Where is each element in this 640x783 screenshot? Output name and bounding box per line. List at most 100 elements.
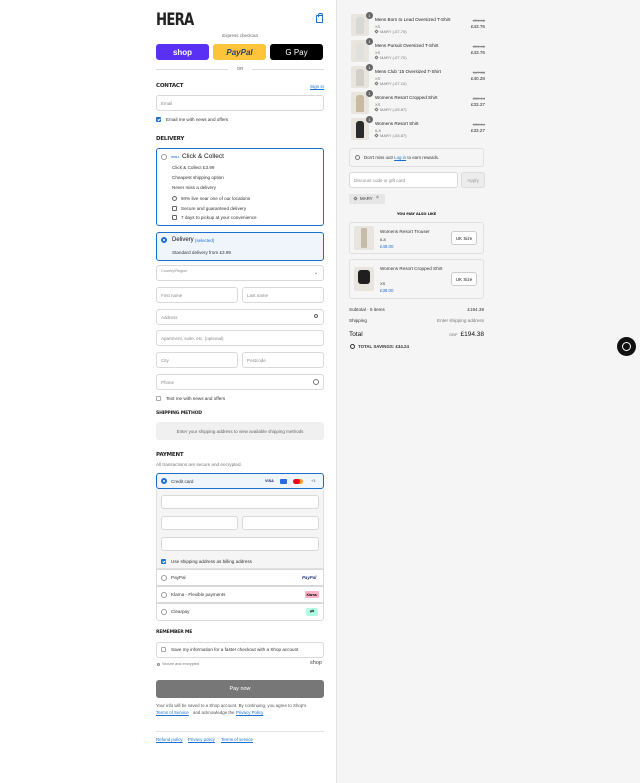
delivery-subtitle: Standard delivery from £3.99 (172, 250, 231, 255)
item-original-price: £47.38 (472, 70, 485, 75)
footer-divider (156, 731, 324, 732)
chevron-down-icon: ⌄ (314, 270, 319, 276)
info-icon (355, 155, 360, 160)
first-name-field[interactable]: First name (156, 287, 238, 303)
chat-icon[interactable] (617, 337, 636, 356)
card-cvv-field[interactable] (242, 516, 319, 530)
google-pay-button[interactable]: G Pay (270, 44, 323, 60)
billing-same-label: Use shipping address as billing address (171, 559, 252, 564)
reco-size: 6-8 (380, 237, 386, 242)
or-separator: OR (236, 66, 244, 71)
text-news-checkbox[interactable] (156, 396, 161, 401)
clearpay-label: Clearpay (171, 609, 190, 614)
paypal-radio[interactable] (161, 575, 167, 581)
login-note-post: to earn rewards. (407, 155, 440, 160)
refund-policy-link[interactable]: Refund policy (156, 737, 183, 742)
search-icon (314, 314, 318, 318)
discount-code-field[interactable]: Discount code or gift card (349, 172, 458, 188)
item-original-price: £51.46 (472, 44, 485, 49)
total-label: Total (349, 331, 363, 338)
sign-in-link[interactable]: Sign in (310, 84, 324, 89)
postcode-field[interactable]: Postcode (242, 352, 324, 368)
paypal-logo: PayPal (302, 575, 317, 580)
discount-chip-code: MARY (360, 196, 373, 201)
product-image (354, 267, 374, 291)
item-discount-text: MARY (-£7.10) (380, 81, 407, 86)
legal-privacy-link[interactable]: Privacy Policy (236, 710, 263, 715)
cart-item: 1 Womens Resort Shirt 6-8 MARY (-£5.87) … (349, 116, 485, 142)
total-value-wrap: GBP £194.38 (449, 331, 484, 338)
credit-card-label: Credit card (171, 479, 194, 484)
billing-same-checkbox[interactable] (161, 559, 166, 564)
login-note-pre: Don't miss out! (364, 155, 393, 160)
clearpay-radio[interactable] (161, 609, 167, 615)
reco-name[interactable]: Womens Resort Trouser (380, 229, 430, 234)
apartment-field[interactable]: Apartment, suite, etc. (optional) (156, 330, 324, 346)
product-figure (356, 17, 364, 34)
email-field[interactable]: Email (156, 95, 324, 111)
shop-pay-button[interactable]: shop (156, 44, 209, 60)
product-figure (356, 121, 364, 138)
help-icon[interactable] (313, 379, 319, 385)
login-link[interactable]: Log in (394, 155, 406, 160)
apply-button[interactable]: Apply (461, 172, 485, 188)
item-discount: MARY (-£7.10) (374, 81, 407, 87)
pay-now-button[interactable]: Pay now (156, 680, 324, 698)
product-figure (356, 43, 364, 60)
address-field[interactable]: Address (156, 309, 324, 325)
uk-size-select[interactable]: UK Size (451, 231, 477, 245)
tag-icon (374, 107, 379, 113)
calendar-icon (172, 215, 177, 220)
item-price: £40.28 (470, 76, 485, 81)
uk-size-select[interactable]: UK Size (451, 272, 477, 286)
item-discount: MARY (-£7.70) (374, 55, 407, 61)
subtotal-row: Subtotal · 5 items £194.38 (349, 307, 484, 312)
legal-terms-link[interactable]: Terms of Service (156, 710, 189, 715)
item-discount: MARY (-£5.87) (374, 107, 407, 113)
click-collect-radio[interactable] (161, 154, 167, 160)
quantity-badge: 1 (366, 116, 373, 123)
credit-card-radio[interactable] (161, 478, 167, 484)
brand-logo[interactable]: HERA (156, 10, 194, 30)
more-cards-badge: +3 (311, 479, 316, 483)
click-collect-line2: Never miss a delivery (172, 185, 216, 190)
shipping-method-note: Enter your shipping address to view avai… (156, 422, 324, 440)
delivery-title: Delivery (172, 237, 194, 243)
email-news-checkbox[interactable] (156, 117, 161, 122)
recommendation-card: Womens Resort Cropped Shirt XS £38.00 UK… (349, 259, 484, 299)
payment-heading: PAYMENT (156, 452, 184, 458)
item-discount: MARY (-£5.87) (374, 133, 407, 139)
item-name: Womens Resort Shirt (375, 121, 419, 126)
city-field[interactable]: City (156, 352, 238, 368)
klarna-radio[interactable] (161, 592, 167, 598)
card-name-field[interactable] (161, 537, 319, 551)
shop-logo: shop (310, 660, 322, 666)
total-savings: TOTAL SAVINGS: £34.24 (358, 344, 409, 349)
product-figure (356, 95, 364, 112)
remove-discount-icon[interactable]: × (376, 195, 379, 201)
shipping-value: Enter shipping address (437, 318, 484, 323)
text-news-label: Text me with news and offers (166, 396, 226, 401)
shopping-bag-icon[interactable] (316, 13, 323, 23)
country-select[interactable]: Country/Region (156, 265, 324, 281)
login-note: Don't miss out! Log in to earn rewards. (364, 155, 439, 160)
terms-of-service-link[interactable]: Terms of service (221, 737, 253, 742)
delivery-heading: DELIVERY (156, 136, 185, 142)
total-value: £194.38 (460, 331, 485, 338)
reco-price: £38.00 (380, 288, 394, 293)
legal-line1: Your info will be saved to a Shop accoun… (156, 703, 307, 708)
klarna-logo: Klarna. (305, 591, 319, 598)
recommendation-card: Womens Resort Trouser 6-8 £49.00 UK Size (349, 222, 484, 254)
hera-small-icon: ʜᴇʀᴀ (171, 154, 180, 159)
card-expiry-field[interactable] (161, 516, 238, 530)
delivery-radio[interactable] (161, 237, 167, 243)
last-name-field[interactable]: Last name (242, 287, 324, 303)
savings-tag-icon (350, 344, 355, 349)
card-number-field[interactable] (161, 495, 319, 509)
phone-field[interactable]: Phone (156, 374, 324, 390)
reco-name[interactable]: Womens Resort Cropped Shirt (380, 266, 442, 271)
remember-me-heading: REMEMBER ME (156, 630, 193, 635)
paypal-button[interactable]: PayPal (213, 44, 266, 60)
save-info-checkbox[interactable] (161, 647, 166, 652)
privacy-policy-link[interactable]: Privacy policy (188, 737, 215, 742)
